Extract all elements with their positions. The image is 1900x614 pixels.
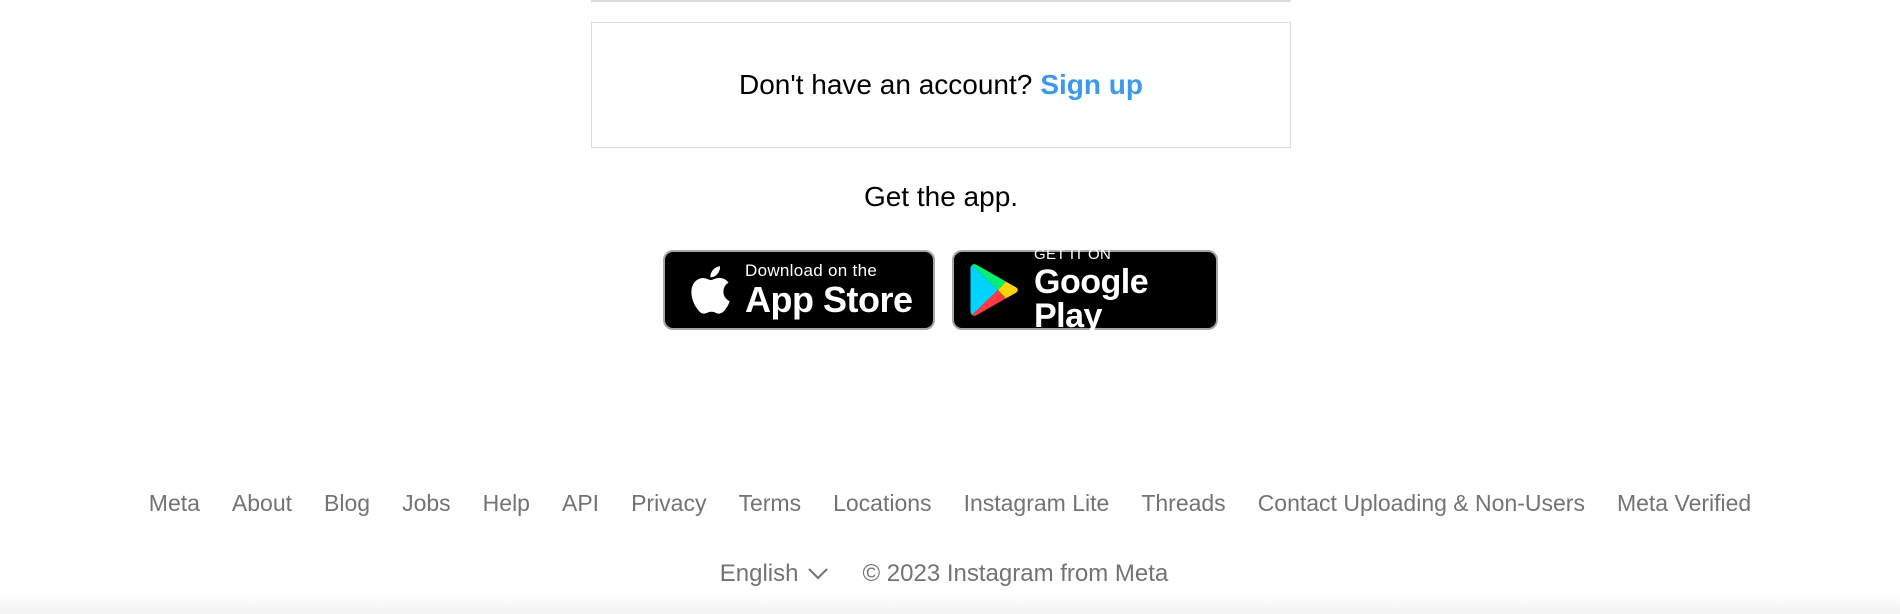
signup-prompt: Don't have an account? [739, 69, 1033, 100]
app-store-small-text: Download on the [745, 261, 878, 280]
page: Don't have an account? Sign up Get the a… [0, 0, 1900, 614]
app-store-text: Download on the App Store [745, 262, 913, 318]
store-badges: Download on the App Store GET IT ON Goog… [663, 247, 1218, 333]
get-app-heading: Get the app. [863, 181, 1019, 212]
language-select[interactable]: English [720, 560, 829, 588]
footer-link-privacy[interactable]: Privacy [631, 490, 706, 517]
footer-link-meta-verified[interactable]: Meta Verified [1617, 490, 1751, 517]
footer-link-locations[interactable]: Locations [833, 490, 931, 517]
google-play-text: GET IT ON Google Play [1034, 247, 1216, 333]
footer-link-contact-uploading[interactable]: Contact Uploading & Non-Users [1258, 490, 1585, 517]
footer-link-help[interactable]: Help [483, 490, 530, 517]
apple-icon [687, 264, 731, 316]
footer-bottom: English © 2023 Instagram from Meta [0, 560, 1900, 588]
copyright-text: © 2023 Instagram from Meta [862, 560, 1169, 587]
google-play-icon [970, 263, 1020, 317]
google-play-big-text: Google Play [1034, 263, 1149, 335]
footer-links: Meta About Blog Jobs Help API Privacy Te… [0, 490, 1900, 517]
google-play-small-text: GET IT ON [1034, 246, 1112, 263]
footer-link-jobs[interactable]: Jobs [402, 490, 451, 517]
footer-link-instagram-lite[interactable]: Instagram Lite [964, 490, 1110, 517]
app-store-big-text: App Store [745, 279, 913, 320]
app-store-badge[interactable]: Download on the App Store [663, 250, 935, 330]
footer-link-threads[interactable]: Threads [1141, 490, 1225, 517]
signup-box: Don't have an account? Sign up [591, 22, 1291, 148]
signup-link[interactable]: Sign up [1040, 69, 1143, 101]
footer-link-blog[interactable]: Blog [324, 490, 370, 517]
footer-link-api[interactable]: API [562, 490, 599, 517]
bottom-shade [0, 594, 1900, 614]
login-box-bottom-edge [591, 0, 1291, 2]
footer-link-about[interactable]: About [232, 490, 292, 517]
language-label: English [719, 560, 799, 587]
chevron-down-icon [808, 568, 828, 580]
footer-link-meta[interactable]: Meta [149, 490, 200, 517]
footer-link-terms[interactable]: Terms [738, 490, 801, 517]
google-play-badge[interactable]: GET IT ON Google Play [952, 247, 1218, 333]
